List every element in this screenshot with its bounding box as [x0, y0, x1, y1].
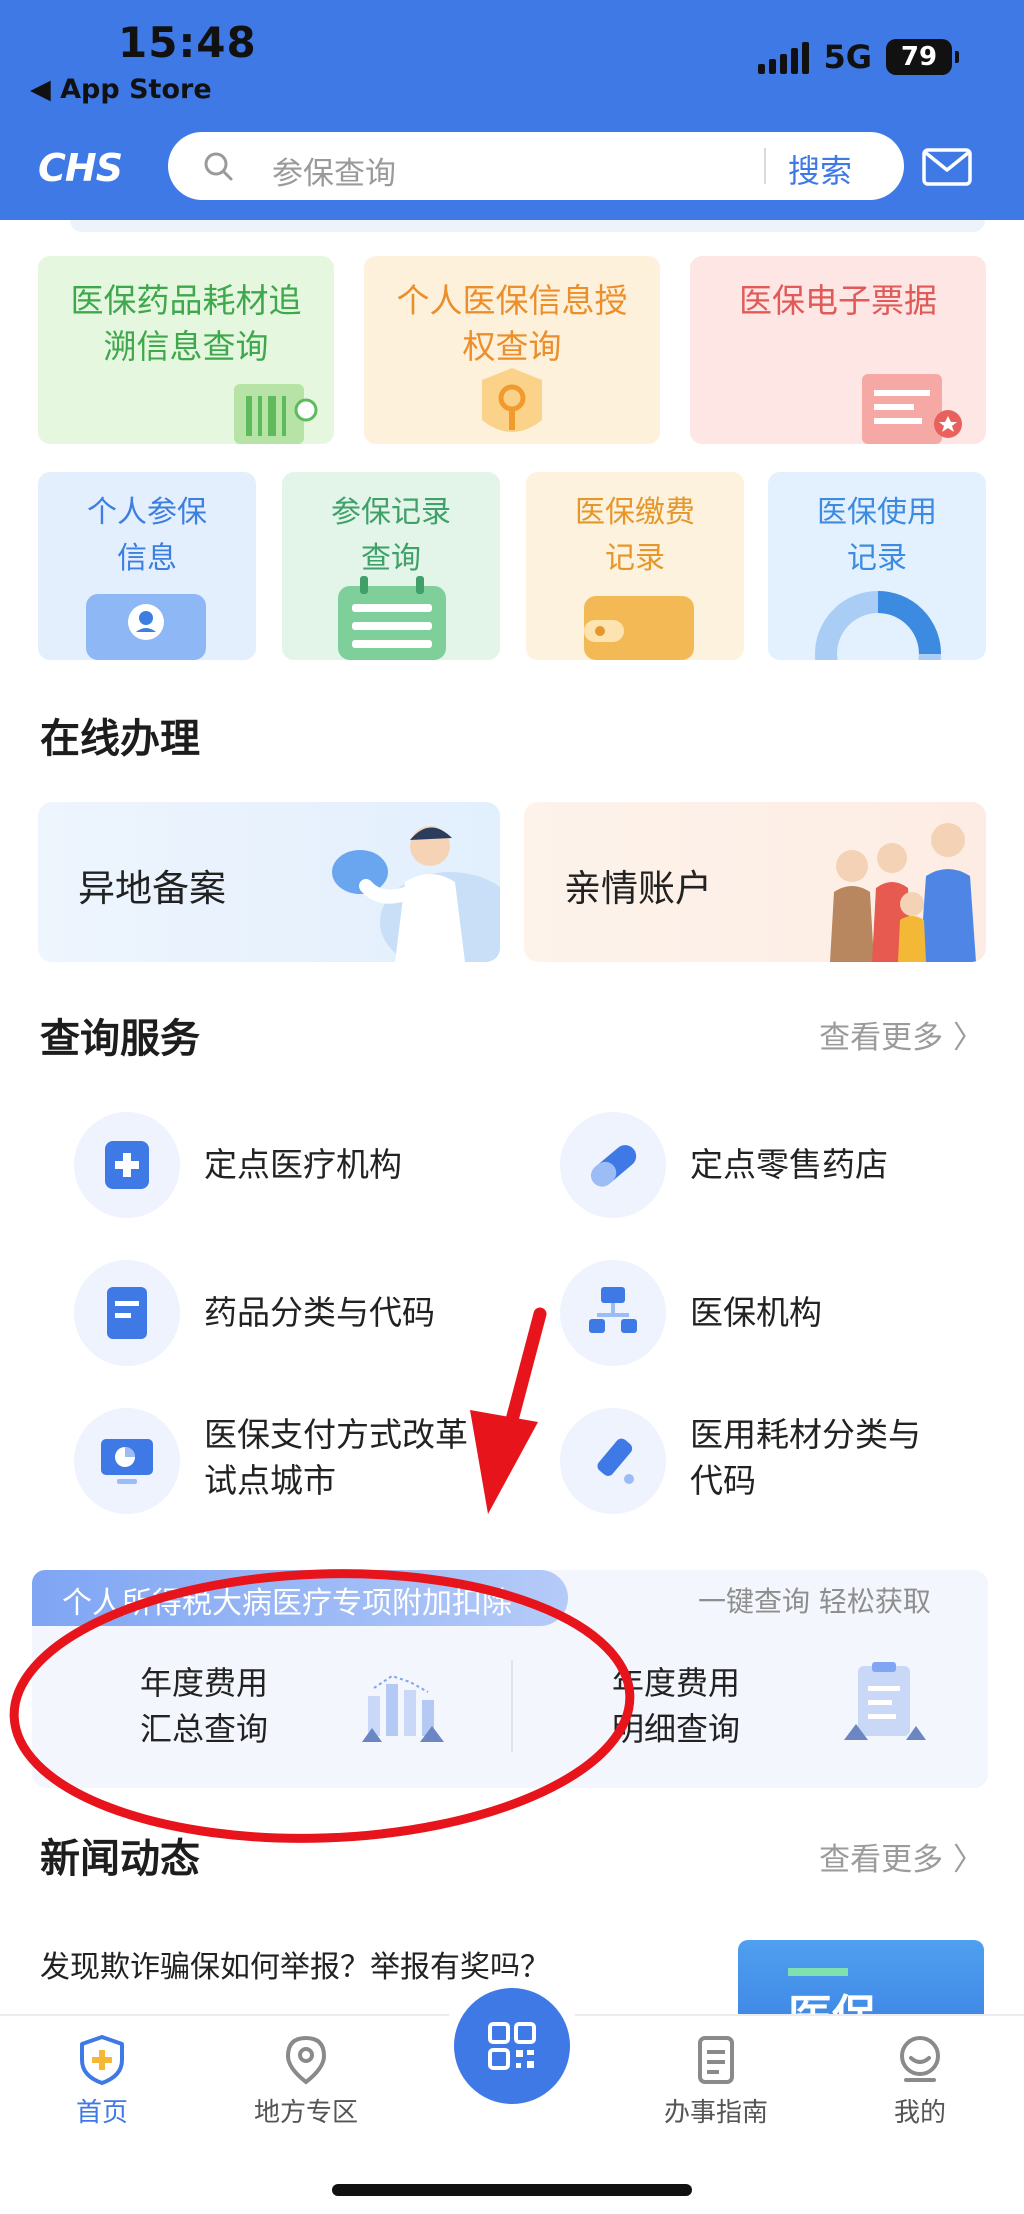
status-time: 15:48: [118, 18, 257, 67]
profile-smile-icon: [900, 2036, 940, 2082]
clipboard-icon: [844, 1662, 926, 1740]
family-account-label: 亲情账户: [564, 867, 712, 910]
service-designated-pharmacy[interactable]: 定点零售药店: [560, 1112, 960, 1222]
signal-icon: [758, 40, 810, 74]
red-highlight-annotation: [9, 1307, 635, 1843]
app-header: 15:48 ◀ App Store 5G 79 CHS 参保查询 搜索: [0, 0, 1024, 220]
service-label-line2: 代码: [690, 1461, 756, 1500]
network-type: 5G: [823, 38, 872, 76]
tile-personal-auth-query[interactable]: 个人医保信息授 权查询: [364, 256, 660, 444]
back-to-app-store[interactable]: ◀ App Store: [30, 74, 212, 105]
service-label: 医保机构: [690, 1293, 822, 1332]
status-indicators: 5G 79: [758, 38, 959, 76]
service-designated-hospital[interactable]: 定点医疗机构: [74, 1112, 454, 1222]
family-illustration: [830, 823, 976, 962]
person-illustration: [332, 826, 500, 962]
query-section-title: 查询服务: [40, 1016, 200, 1062]
qr-code-icon: [488, 2022, 536, 2070]
pill-icon: [591, 1145, 637, 1187]
service-label: 定点医疗机构: [204, 1145, 402, 1184]
service-label: 定点零售药店: [690, 1145, 888, 1184]
nav-home[interactable]: 首页: [32, 2034, 172, 2129]
medical-plus-icon: [105, 1141, 149, 1189]
news-headline[interactable]: 发现欺诈骗保如何举报？举报有奖吗？: [40, 1942, 550, 1986]
nav-label: 地方专区: [253, 2098, 358, 2128]
tile-label-line2: 记录: [605, 541, 665, 576]
tile-personal-insurance-info[interactable]: 个人参保 信息: [38, 472, 256, 660]
nav-local-zone[interactable]: 地方专区: [236, 2034, 376, 2129]
battery-icon: 79: [886, 39, 959, 75]
red-arrow-head-icon: [470, 1410, 538, 1514]
scan-qr-button[interactable]: [454, 1988, 570, 2104]
scrolled-strip: [70, 220, 985, 232]
tile-label-line2: 记录: [847, 541, 907, 576]
search-icon: [204, 152, 233, 181]
search-bar[interactable]: 参保查询 搜索: [168, 132, 904, 200]
news-thumb-bar: [788, 1968, 848, 1976]
tile-label-line2: 查询: [361, 541, 421, 576]
tile-label-line1: 医保使用: [817, 495, 937, 530]
guide-document-icon: [698, 2036, 734, 2084]
barcode-scan-icon: [234, 384, 318, 444]
search-input[interactable]: 参保查询: [272, 148, 396, 193]
tax-slogan: 一键查询 轻松获取: [698, 1585, 931, 1618]
tile-label-line1: 医保缴费: [575, 495, 695, 530]
remote-filing-label: 异地备案: [78, 867, 226, 910]
tile-e-receipt[interactable]: 医保电子票据: [690, 256, 986, 444]
search-button[interactable]: 搜索: [788, 146, 852, 192]
nav-service-guide[interactable]: 办事指南: [646, 2034, 786, 2129]
news-section-title: 新闻动态: [40, 1836, 200, 1882]
online-section-title: 在线办理: [40, 716, 200, 762]
donut-chart-icon: [815, 591, 941, 660]
nav-label: 首页: [75, 2098, 128, 2128]
receipt-icon: [862, 374, 962, 444]
family-account-card[interactable]: 亲情账户: [524, 802, 986, 962]
tile-label-line1: 个人医保信息授: [396, 281, 628, 320]
query-view-more-link[interactable]: 查看更多 〉: [819, 1012, 984, 1057]
remote-filing-card[interactable]: 异地备案: [38, 802, 500, 962]
tile-label-line2: 溯信息查询: [103, 327, 269, 366]
tile-usage-record[interactable]: 医保使用 记录: [768, 472, 986, 660]
tile-label-line1: 参保记录: [331, 495, 451, 530]
tile-label-line1: 医保电子票据: [739, 281, 937, 320]
tile-payment-record[interactable]: 医保缴费 记录: [526, 472, 744, 660]
nav-label: 我的: [893, 2098, 946, 2128]
nav-label: 办事指南: [663, 2098, 768, 2128]
chs-logo: CHS: [38, 146, 123, 190]
nav-mine[interactable]: 我的: [850, 2034, 990, 2129]
shield-key-icon: [482, 368, 542, 432]
service-label: 医用耗材分类与: [690, 1415, 921, 1454]
tile-label-line2: 信息: [117, 541, 177, 576]
tile-drug-traceability[interactable]: 医保药品耗材追 溯信息查询: [38, 256, 334, 444]
red-arrow-shaft: [505, 1307, 547, 1427]
battery-level: 79: [900, 42, 938, 72]
news-view-more-link[interactable]: 查看更多 〉: [819, 1834, 984, 1879]
shield-plus-icon: [80, 2035, 124, 2085]
search-divider: [764, 148, 766, 184]
id-card-icon: [86, 594, 206, 660]
home-indicator: [332, 2184, 692, 2196]
mail-icon[interactable]: [922, 148, 972, 186]
calendar-list-icon: [338, 576, 446, 660]
tile-insurance-record-query[interactable]: 参保记录 查询: [282, 472, 500, 660]
location-pin-icon: [285, 2035, 327, 2085]
wallet-icon: [584, 596, 694, 660]
news-thumbnail[interactable]: 医保: [738, 1940, 984, 2022]
tile-label-line1: 个人参保: [87, 495, 207, 530]
tile-label-line1: 医保药品耗材追: [70, 281, 302, 320]
